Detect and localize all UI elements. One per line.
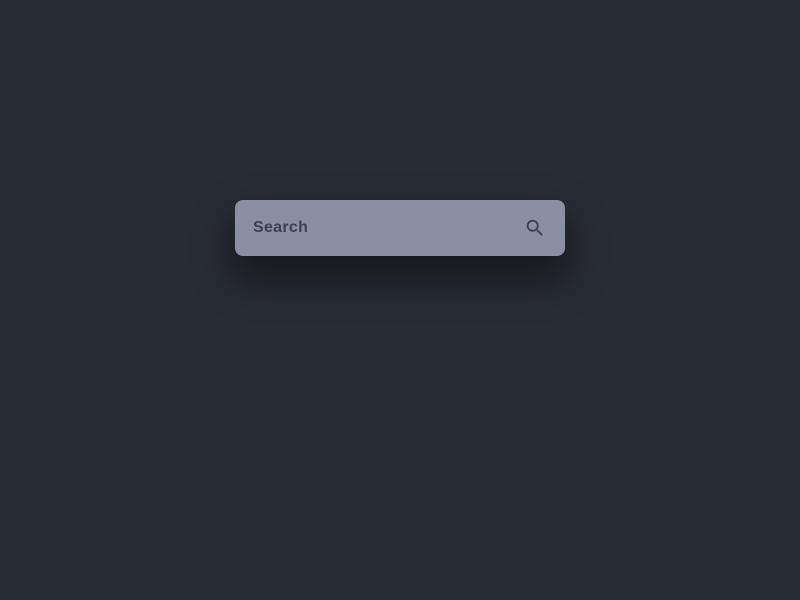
search-icon[interactable] <box>523 216 547 240</box>
search-bar[interactable] <box>235 200 565 256</box>
search-input[interactable] <box>253 219 523 237</box>
